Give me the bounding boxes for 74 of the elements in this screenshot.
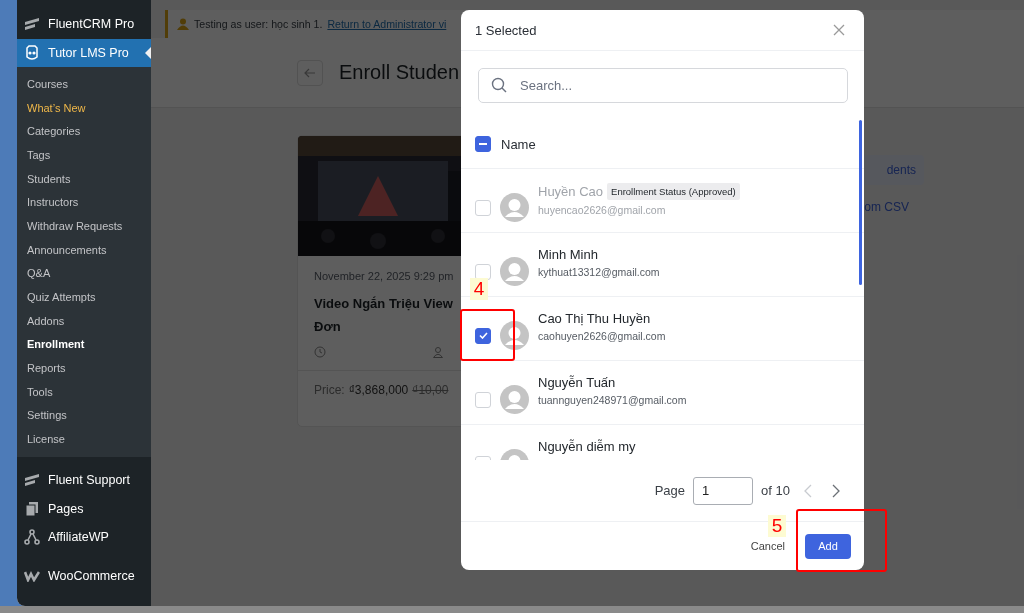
select-all-checkbox[interactable] <box>475 136 491 152</box>
submenu-item[interactable]: Instructors <box>17 190 151 215</box>
cancel-button[interactable]: Cancel <box>750 540 785 552</box>
course-date: November 22, 2025 9:29 pm <box>314 270 454 282</box>
submenu-item[interactable]: Addons <box>17 308 151 333</box>
submenu-item[interactable]: Categories <box>17 119 151 144</box>
page-title: Enroll Studen <box>339 61 460 84</box>
student-email: huyencao2626@gmail.com <box>538 204 667 216</box>
submenu-item[interactable]: Q&A <box>17 261 151 286</box>
submenu-item[interactable]: Quiz Attempts <box>17 285 151 309</box>
search-icon <box>491 77 507 93</box>
student-name: Nguyễn Tuấn <box>538 375 616 390</box>
back-button[interactable] <box>297 59 323 86</box>
course-title: Video Ngắn Triệu View <box>314 295 453 313</box>
status-badge: Enrollment Status (Approved) <box>607 183 740 200</box>
sidebar-item[interactable]: AffiliateWP <box>17 523 151 551</box>
nodes-icon <box>24 529 40 545</box>
student-name: Huyền Cao <box>538 184 604 199</box>
page-input[interactable]: 1 <box>693 476 754 505</box>
price: ₫3,868,000 <box>348 383 409 397</box>
sidebar-item[interactable]: Tutor LMS Pro <box>17 39 151 67</box>
submenu-item[interactable]: Enrollment <box>17 332 151 357</box>
pages-icon <box>24 501 40 517</box>
sidebar-item[interactable]: Fluent Support <box>17 466 151 494</box>
back-arrow-icon <box>304 67 316 78</box>
stripes-icon <box>24 17 40 31</box>
chevron-left-icon <box>804 483 812 498</box>
annotation-box <box>460 309 515 361</box>
submenu-item[interactable]: Courses <box>17 72 151 96</box>
search-field[interactable]: Search... <box>478 68 848 103</box>
add-button[interactable]: Add <box>805 533 851 559</box>
student-name: Minh Minh <box>538 247 598 262</box>
w-logo-icon <box>24 570 40 582</box>
notice-text: Testing as user: học sinh 1. <box>194 18 323 30</box>
avatar <box>500 321 529 350</box>
check-icon <box>478 332 488 339</box>
student-email: kythuat13312@gmail.com <box>538 266 660 278</box>
submenu-item[interactable]: License <box>17 427 151 451</box>
sidebar-item[interactable]: WooCommerce <box>17 562 151 590</box>
avatar <box>500 385 529 414</box>
close-icon <box>832 23 846 37</box>
clock-icon <box>314 346 326 358</box>
submenu-item[interactable]: Announcements <box>17 237 151 262</box>
submenu-item[interactable]: Tools <box>17 379 151 404</box>
owl-icon <box>24 45 40 61</box>
avatar <box>500 257 529 286</box>
submenu-item[interactable]: Tags <box>17 143 151 167</box>
submenu-item[interactable]: Withdraw Requests <box>17 214 151 238</box>
stripes-icon <box>24 473 40 487</box>
chevron-right-icon <box>832 483 840 498</box>
student-name: Cao Thị Thu Huyền <box>538 311 651 326</box>
user-icon <box>432 346 444 358</box>
page-label: Page <box>654 483 686 498</box>
modal-title: 1 Selected <box>475 22 537 38</box>
sidebar-item[interactable]: Pages <box>17 495 151 523</box>
page-total: of 10 <box>761 483 790 498</box>
student-email: caohuyen2626@gmail.com <box>538 330 666 342</box>
annotation-number: 5 <box>768 515 786 537</box>
submenu-item[interactable]: Reports <box>17 356 151 380</box>
scrollbar[interactable] <box>859 120 862 285</box>
column-header: Name <box>501 136 536 152</box>
row-checkbox[interactable] <box>475 327 491 344</box>
course-title: Đơn <box>314 318 341 336</box>
sidebar-item[interactable]: FluentCRM Pro <box>17 10 151 38</box>
submenu-item[interactable]: Settings <box>17 403 151 428</box>
submenu-item[interactable]: Students <box>17 166 151 191</box>
student-name: Nguyễn diễm my <box>538 439 636 454</box>
annotation-number: 4 <box>470 278 488 300</box>
student-row[interactable]: Nguyễn Tuấn tuannguyen248971@gmail.com <box>461 361 864 425</box>
student-email: tuannguyen248971@gmail.com <box>538 394 687 406</box>
avatar <box>500 193 529 222</box>
user-icon <box>177 18 189 30</box>
submenu-item[interactable]: What’s New <box>17 95 151 120</box>
close-button[interactable] <box>832 23 846 37</box>
